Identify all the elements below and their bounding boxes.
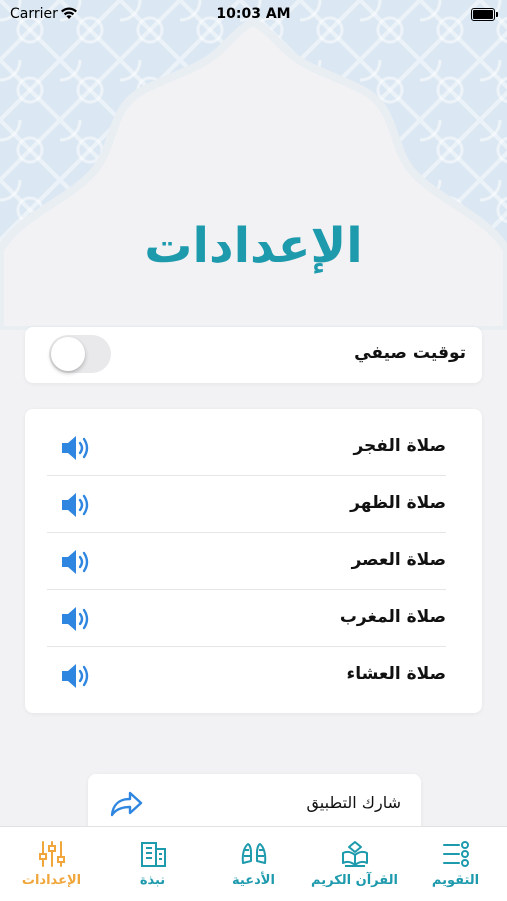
- daylight-saving-row: توقيت صيفي: [25, 327, 482, 383]
- tab-label: الإعدادات: [21, 873, 82, 888]
- speaker-icon[interactable]: [59, 433, 93, 463]
- share-label: شارك التطبيق: [306, 793, 401, 812]
- prayer-label: صلاة المغرب: [339, 607, 446, 627]
- prayer-label: صلاة الفجر: [353, 436, 446, 456]
- status-bar: Carrier 10:03 AM: [0, 0, 507, 28]
- tab-label: القرآن الكريم: [311, 873, 398, 888]
- prayer-row-isha[interactable]: صلاة العشاء: [25, 647, 482, 704]
- tab-calendar[interactable]: التقويم: [405, 827, 506, 901]
- prayer-label: صلاة العصر: [351, 550, 446, 570]
- share-arrow-icon: [110, 791, 143, 817]
- tab-label: التقويم: [431, 873, 480, 888]
- prayer-row-fajr[interactable]: صلاة الفجر: [25, 419, 482, 476]
- daylight-saving-label: توقيت صيفي: [354, 343, 466, 363]
- speaker-icon[interactable]: [59, 661, 93, 691]
- clock: 10:03 AM: [216, 6, 291, 22]
- toggle-knob: [51, 337, 85, 371]
- share-app-button[interactable]: شارك التطبيق: [88, 774, 421, 834]
- tab-about[interactable]: نبذة: [102, 827, 203, 901]
- speaker-icon[interactable]: [59, 604, 93, 634]
- prayer-sounds-list: صلاة الفجر صلاة الظهر صلاة العصر صلاة ال…: [25, 409, 482, 713]
- sliders-icon: [39, 841, 65, 867]
- tab-bar: الإعدادات نبذة الأدعية القرآن الكريم الت…: [0, 826, 507, 901]
- speaker-icon[interactable]: [59, 490, 93, 520]
- daylight-saving-toggle[interactable]: [49, 335, 111, 373]
- page-title: الإعدادات: [144, 218, 363, 274]
- quran-icon: [342, 841, 368, 867]
- prayer-row-dhuhr[interactable]: صلاة الظهر: [25, 476, 482, 533]
- speaker-icon[interactable]: [59, 547, 93, 577]
- tab-quran[interactable]: القرآن الكريم: [304, 827, 405, 901]
- list-icon: [443, 841, 469, 867]
- prayer-label: صلاة العشاء: [346, 664, 446, 684]
- praying-hands-icon: [241, 843, 267, 864]
- building-icon: [141, 842, 166, 867]
- prayer-row-asr[interactable]: صلاة العصر: [25, 533, 482, 590]
- prayer-row-maghrib[interactable]: صلاة المغرب: [25, 590, 482, 647]
- prayer-label: صلاة الظهر: [350, 493, 446, 513]
- battery-icon: [471, 8, 498, 21]
- tab-supplications[interactable]: الأدعية: [203, 827, 304, 901]
- tab-label: نبذة: [139, 873, 166, 888]
- arch-frame: [0, 17, 507, 330]
- tab-settings[interactable]: الإعدادات: [1, 827, 102, 901]
- tab-label: الأدعية: [232, 873, 275, 888]
